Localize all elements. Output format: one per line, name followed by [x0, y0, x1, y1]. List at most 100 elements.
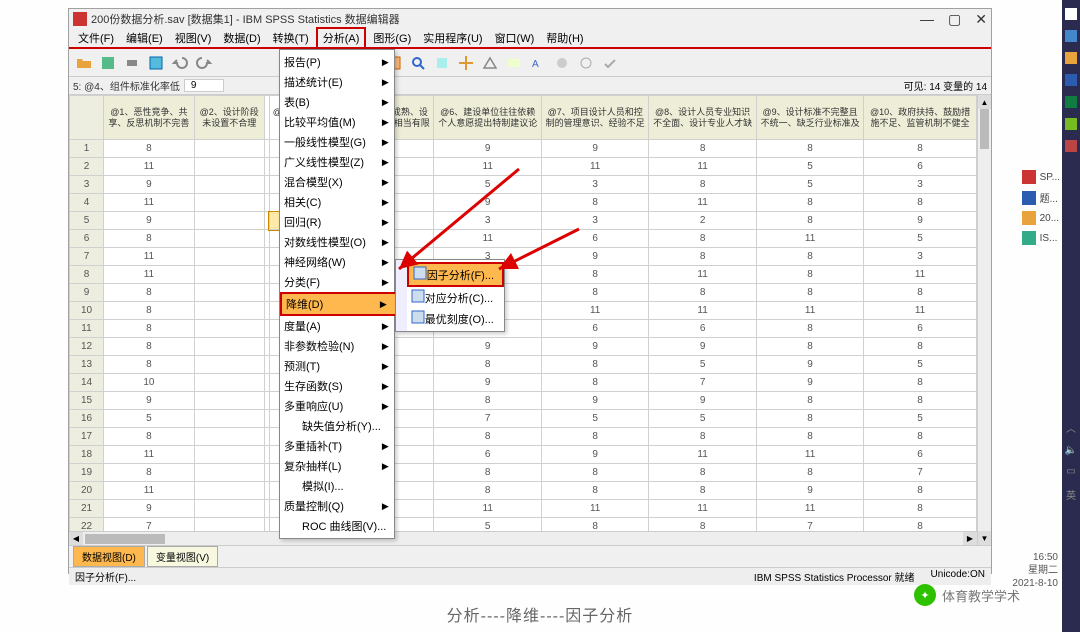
cell[interactable]: 8: [649, 464, 756, 482]
cell[interactable]: 8: [104, 464, 195, 482]
open-icon[interactable]: [73, 52, 95, 74]
row-header[interactable]: 18: [70, 446, 104, 464]
analyze-menu-item[interactable]: 混合模型(X)▶: [280, 172, 397, 192]
analyze-menu-item[interactable]: 表(B)▶: [280, 92, 397, 112]
cell[interactable]: 5: [434, 176, 541, 194]
cell[interactable]: 8: [864, 500, 976, 518]
cell[interactable]: 8: [864, 338, 976, 356]
analyze-menu-item[interactable]: 非参数检验(N)▶: [280, 336, 397, 356]
dimension-reduction-submenu[interactable]: 因子分析(F)...对应分析(C)...最优刻度(O)...: [395, 259, 505, 332]
cell[interactable]: [194, 446, 264, 464]
cell[interactable]: 9: [434, 194, 541, 212]
cell[interactable]: 8: [649, 140, 756, 158]
insert-case-icon[interactable]: [431, 52, 453, 74]
cell[interactable]: 5: [864, 230, 976, 248]
cell[interactable]: 8: [434, 392, 541, 410]
cell[interactable]: 11: [434, 230, 541, 248]
scroll-thumb-v[interactable]: [980, 109, 989, 149]
cell[interactable]: 5: [756, 158, 863, 176]
taskbar-app[interactable]: SP...: [1022, 170, 1060, 184]
chevron-up-icon[interactable]: ︿: [1066, 420, 1076, 435]
cell[interactable]: 9: [649, 392, 756, 410]
cell[interactable]: 8: [104, 428, 195, 446]
row-header[interactable]: 17: [70, 428, 104, 446]
cell-value-field[interactable]: 9: [184, 79, 224, 92]
cell[interactable]: 11: [649, 302, 756, 320]
wechat-tray-icon[interactable]: [1065, 118, 1077, 130]
cell[interactable]: 3: [864, 176, 976, 194]
cell[interactable]: [194, 356, 264, 374]
column-header[interactable]: @2、设计阶段未设置不合理: [194, 96, 264, 140]
row-header[interactable]: 12: [70, 338, 104, 356]
cell[interactable]: [194, 302, 264, 320]
cell[interactable]: 8: [864, 140, 976, 158]
cell[interactable]: 8: [541, 356, 648, 374]
cell[interactable]: 5: [864, 356, 976, 374]
row-header[interactable]: 16: [70, 410, 104, 428]
row-header[interactable]: 6: [70, 230, 104, 248]
analyze-menu-item[interactable]: 神经网络(W)▶: [280, 252, 397, 272]
cell[interactable]: 8: [649, 230, 756, 248]
column-header[interactable]: @8、设计人员专业知识不全面、设计专业人才缺: [649, 96, 756, 140]
cell[interactable]: [194, 212, 264, 230]
cell[interactable]: 8: [104, 140, 195, 158]
cell[interactable]: [194, 284, 264, 302]
cell[interactable]: 3: [434, 212, 541, 230]
scroll-up-icon[interactable]: ▲: [978, 95, 991, 109]
cell[interactable]: 9: [434, 374, 541, 392]
row-header[interactable]: 2: [70, 158, 104, 176]
cell[interactable]: [194, 266, 264, 284]
cell[interactable]: 8: [864, 194, 976, 212]
value-labels-icon[interactable]: A: [527, 52, 549, 74]
cell[interactable]: 11: [104, 266, 195, 284]
column-header[interactable]: @7、项目设计人员和控制的管理意识、经验不足: [541, 96, 648, 140]
cell[interactable]: 11: [649, 194, 756, 212]
cell[interactable]: 8: [434, 482, 541, 500]
cell[interactable]: 6: [864, 320, 976, 338]
column-header[interactable]: @6、建设单位往往依赖个人意愿提出特制建议论: [434, 96, 541, 140]
menu-6[interactable]: 图形(G): [368, 29, 416, 47]
cell[interactable]: 8: [756, 266, 863, 284]
cell[interactable]: [194, 230, 264, 248]
menu-7[interactable]: 实用程序(U): [418, 29, 487, 47]
cell[interactable]: 8: [649, 482, 756, 500]
weight-icon[interactable]: [479, 52, 501, 74]
cell[interactable]: 5: [864, 410, 976, 428]
cell[interactable]: [194, 158, 264, 176]
cell[interactable]: 9: [756, 374, 863, 392]
column-header[interactable]: @9、设计标准不完整且不统一、缺乏行业标准及: [756, 96, 863, 140]
cell[interactable]: 5: [104, 410, 195, 428]
cell[interactable]: 9: [104, 392, 195, 410]
cell[interactable]: [194, 194, 264, 212]
cell[interactable]: 8: [756, 140, 863, 158]
cell[interactable]: 8: [541, 464, 648, 482]
cell[interactable]: 8: [649, 428, 756, 446]
cell[interactable]: 9: [541, 338, 648, 356]
cell[interactable]: 9: [104, 500, 195, 518]
cell[interactable]: 9: [864, 212, 976, 230]
analyze-menu-item[interactable]: 一般线性模型(G)▶: [280, 132, 397, 152]
cell[interactable]: 11: [104, 482, 195, 500]
cell[interactable]: [194, 500, 264, 518]
vertical-scrollbar[interactable]: ▲ ▼: [977, 95, 991, 545]
taskbar-app[interactable]: 题...: [1022, 190, 1060, 205]
cell[interactable]: 8: [104, 284, 195, 302]
cell[interactable]: 8: [541, 428, 648, 446]
cell[interactable]: 9: [541, 392, 648, 410]
cell[interactable]: 11: [434, 158, 541, 176]
analyze-menu-item[interactable]: 回归(R)▶: [280, 212, 397, 232]
cell[interactable]: 9: [104, 212, 195, 230]
cell[interactable]: [194, 320, 264, 338]
excel-icon[interactable]: [1065, 96, 1077, 108]
analyze-menu-item[interactable]: 复杂抽样(L)▶: [280, 456, 397, 476]
submenu-item[interactable]: 对应分析(C)...: [407, 287, 504, 308]
windows-taskbar-vertical[interactable]: [1062, 0, 1080, 632]
cell[interactable]: 9: [541, 248, 648, 266]
save-icon[interactable]: [97, 52, 119, 74]
cell[interactable]: 8: [104, 302, 195, 320]
analyze-menu-item[interactable]: 报告(P)▶: [280, 52, 397, 72]
cell[interactable]: 11: [649, 266, 756, 284]
cell[interactable]: 6: [434, 446, 541, 464]
cell[interactable]: [194, 248, 264, 266]
cell[interactable]: [194, 140, 264, 158]
